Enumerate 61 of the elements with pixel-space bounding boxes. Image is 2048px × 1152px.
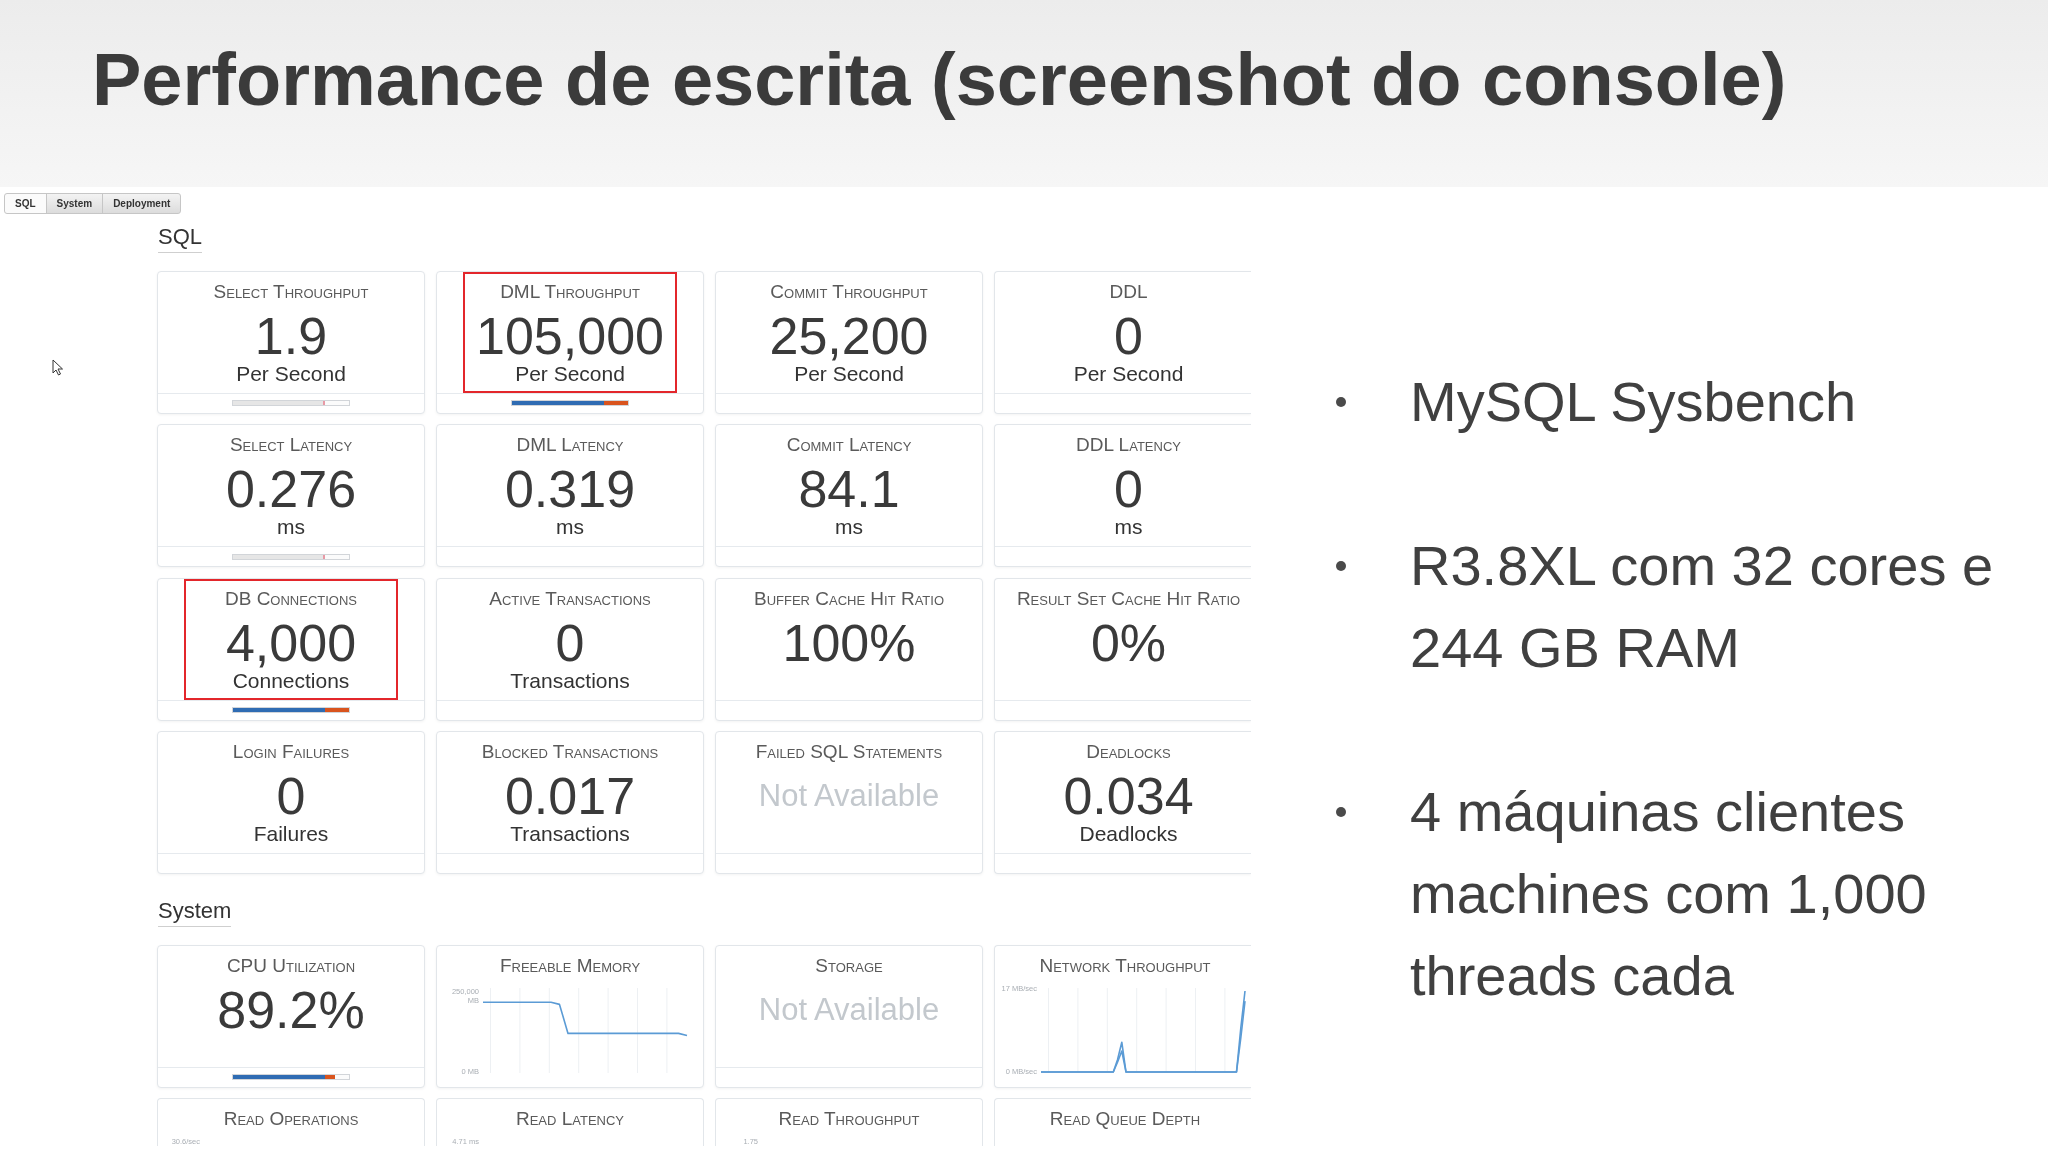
metric-title: DDL Latency	[1076, 433, 1181, 457]
metric-value: 0.017	[504, 772, 636, 820]
metric-value: 84.1	[798, 465, 900, 513]
metric-unit: Per Second	[794, 361, 904, 386]
metric-title: Read Operations	[223, 1107, 359, 1131]
bullet-text: MySQL Sysbench	[1410, 369, 1858, 435]
metric-value: 100%	[782, 618, 916, 667]
metric-unit: Per Second	[236, 361, 346, 386]
metric-title: DDL	[1109, 279, 1148, 304]
metric-unit: Transactions	[510, 822, 630, 846]
metric-value: 0.276	[225, 465, 357, 513]
metric-unit: ms	[1114, 515, 1143, 539]
section-heading: System	[158, 900, 232, 927]
metric-value: 0%	[1090, 618, 1167, 667]
metric-title: DML Latency	[516, 433, 624, 457]
metric-unit: Per Second	[1073, 361, 1184, 386]
metric-title: Blocked Transactions	[481, 740, 659, 764]
metric-value: 0	[1114, 465, 1143, 513]
metric-value: 1.9	[254, 311, 328, 360]
bullet-text: 4 máquinas clientes machines com 1,000 threads cada	[1410, 779, 1928, 1009]
bullet-text: R3.8XL com 32 cores e 244 GB RAM	[1410, 533, 1995, 681]
metric-unit: Transactions	[510, 668, 630, 693]
metric-unit: Per Second	[515, 361, 625, 386]
metric-value: 0	[555, 618, 585, 667]
metric-unit: ms	[556, 515, 584, 539]
metric-title: Deadlocks	[1086, 740, 1171, 764]
metric-value: 105,000	[476, 311, 664, 360]
metric-title: Read Latency	[515, 1107, 625, 1131]
metric-title: Commit Latency	[786, 433, 912, 457]
metric-title: Failed SQL Statements	[755, 740, 943, 764]
metric-title: Active Transactions	[489, 586, 651, 611]
metric-title: DB Connections	[224, 586, 358, 611]
section-heading: SQL	[158, 226, 203, 253]
metric-title: Select Latency	[229, 433, 353, 457]
metric-unit: Failures	[253, 822, 329, 846]
metric-value: 0.319	[504, 465, 636, 513]
metric-unit: ms	[277, 515, 305, 539]
metric-title: DML Throughput	[500, 279, 640, 304]
metric-title: Read Throughput	[778, 1107, 920, 1131]
metric-title: Login Failures	[232, 740, 350, 764]
slide-title: Performance de escrita (screenshot do console)	[92, 37, 1787, 123]
metric-title: Commit Throughput	[770, 279, 928, 304]
metric-title: Buffer Cache Hit Ratio	[753, 586, 944, 611]
metric-title: Select Throughput	[213, 279, 369, 304]
metric-value: 0	[276, 772, 306, 820]
metric-value: 0.034	[1063, 772, 1194, 820]
metric-title: Result Set Cache Hit Ratio	[1016, 586, 1241, 611]
metric-title: Network Throughput	[1039, 953, 1211, 978]
metric-title: Read Queue Depth	[1049, 1107, 1201, 1131]
metric-title: Storage	[815, 953, 883, 978]
metric-value: 4,000	[225, 618, 357, 667]
metric-title: Freeable Memory	[499, 953, 641, 978]
metric-unit: Deadlocks	[1079, 822, 1178, 846]
metric-unit: ms	[835, 515, 863, 539]
metric-value: 25,200	[769, 311, 929, 360]
metric-unit: Connections	[232, 668, 350, 693]
metric-title: CPU Utilization	[226, 953, 356, 978]
metric-value: 89.2%	[217, 985, 365, 1034]
unavailable-text: Not Available	[758, 990, 940, 1029]
metric-value: 0	[1114, 311, 1143, 360]
unavailable-text: Not Available	[758, 777, 940, 815]
